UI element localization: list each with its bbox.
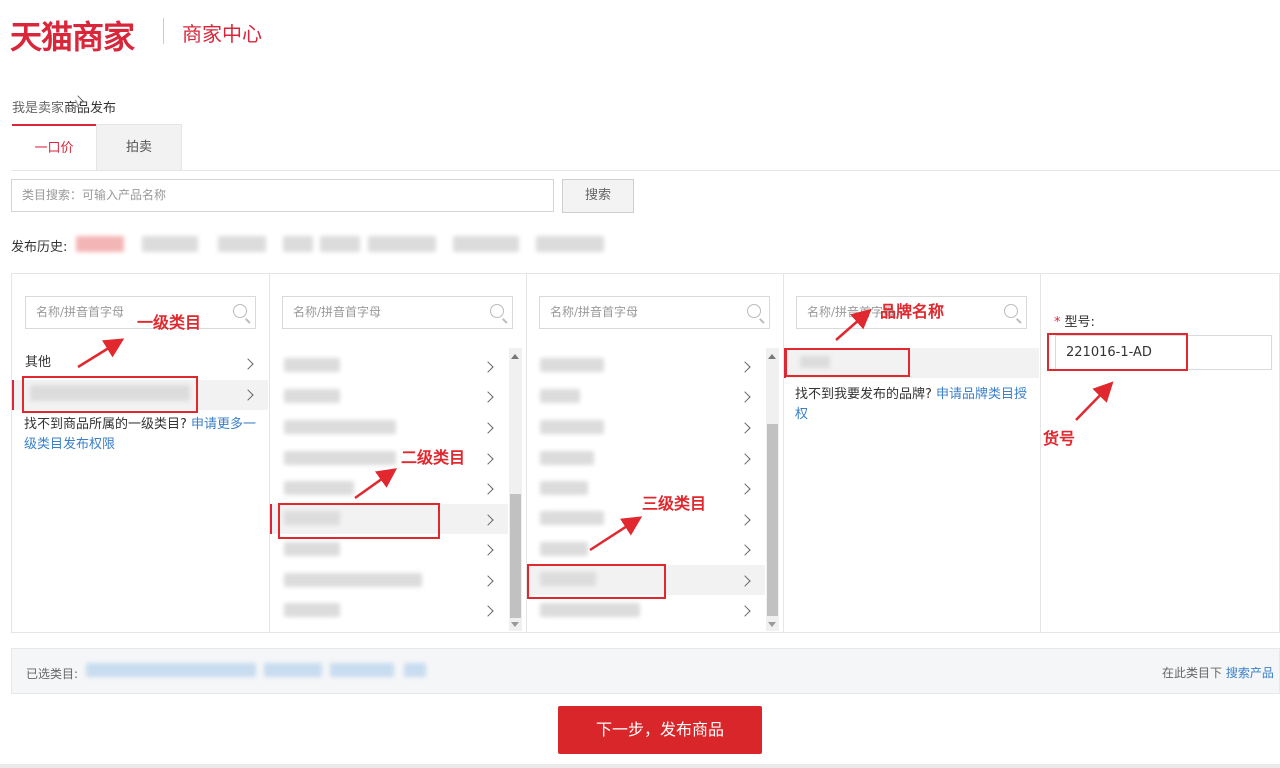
highlight-box-model <box>1047 333 1188 371</box>
history-item[interactable] <box>218 236 266 252</box>
category-item-label: 其他 <box>25 355 52 370</box>
selection-indicator <box>270 504 272 534</box>
search-icon <box>233 304 247 318</box>
scrollbar-thumb[interactable] <box>510 494 521 618</box>
history-item[interactable] <box>536 236 604 252</box>
annotation-level2: 二级类目 <box>401 448 466 467</box>
search-in-category: 在此类目下 搜索产品 <box>1162 666 1274 680</box>
tab-bar: 一口价 拍卖 <box>12 124 1280 171</box>
annotation-level1: 一级类目 <box>137 313 202 332</box>
category-item-blurred[interactable] <box>284 389 340 403</box>
category-item-blurred[interactable] <box>540 358 604 372</box>
annotation-brand: 品牌名称 <box>880 302 945 321</box>
scroll-down-icon[interactable] <box>511 622 519 627</box>
breadcrumb: 我是卖家 > 商品发布 <box>12 95 116 116</box>
category-item-blurred[interactable] <box>284 481 354 495</box>
category-item-blurred[interactable] <box>540 451 594 465</box>
column-3-filter-input[interactable]: 名称/拼音首字母 <box>539 296 770 329</box>
scroll-up-icon[interactable] <box>511 354 519 359</box>
highlight-box-brand <box>785 348 910 377</box>
scroll-up-icon[interactable] <box>768 354 776 359</box>
category-search-input[interactable]: 类目搜索：可输入产品名称 <box>11 179 554 212</box>
annotation-level3: 三级类目 <box>642 494 707 513</box>
column-2-scrollbar[interactable] <box>509 348 522 631</box>
scrollbar-thumb[interactable] <box>767 424 778 616</box>
category-item-blurred[interactable] <box>540 420 604 434</box>
category-item-other[interactable]: 其他 <box>25 348 265 378</box>
selected-category-label: 已选类目: <box>26 667 79 681</box>
chevron-right-icon: > <box>66 95 86 115</box>
category-item-blurred[interactable] <box>540 481 588 495</box>
history-item[interactable] <box>142 236 198 252</box>
history-item[interactable] <box>283 236 313 252</box>
category-item-blurred[interactable] <box>284 420 396 434</box>
scroll-down-icon[interactable] <box>768 622 776 627</box>
selected-path-blurred <box>264 663 322 677</box>
header-divider <box>163 18 164 44</box>
search-icon <box>747 304 761 318</box>
tmall-logo[interactable]: 天猫商家 <box>10 12 135 58</box>
category-item-blurred[interactable] <box>284 358 340 372</box>
search-icon <box>490 304 504 318</box>
category-item-blurred[interactable] <box>540 603 640 617</box>
selected-path-blurred <box>404 663 426 677</box>
breadcrumb-root[interactable]: 我是卖家 <box>12 101 64 116</box>
merchant-center-title[interactable]: 商家中心 <box>182 18 262 47</box>
category-item-blurred[interactable] <box>284 451 396 465</box>
next-publish-button[interactable]: 下一步，发布商品 <box>558 706 762 754</box>
model-field-label: * 型号: <box>1054 311 1095 330</box>
history-item[interactable] <box>320 236 360 252</box>
selection-indicator <box>12 380 14 410</box>
column-3-scrollbar[interactable] <box>766 348 779 631</box>
category-item-blurred[interactable] <box>284 542 340 556</box>
column-1-note: 找不到商品所属的一级类目? 申请更多一级类目发布权限 <box>24 417 257 452</box>
selected-path-blurred <box>330 663 394 677</box>
category-item-blurred[interactable] <box>284 573 422 587</box>
search-icon <box>1004 304 1018 318</box>
brand-note: 找不到我要发布的品牌? 申请品牌类目授权 <box>795 387 1028 422</box>
tab-auction[interactable]: 拍卖 <box>96 124 182 170</box>
history-item[interactable] <box>76 236 124 252</box>
category-item-blurred[interactable] <box>540 511 604 525</box>
tab-fixed-price[interactable]: 一口价 <box>12 124 96 170</box>
annotation-item-no: 货号 <box>1043 429 1076 448</box>
history-item[interactable] <box>368 236 436 252</box>
history-label: 发布历史: <box>11 240 68 255</box>
category-item-blurred[interactable] <box>284 603 340 617</box>
category-item-blurred[interactable] <box>540 542 588 556</box>
selected-path-blurred <box>86 663 256 677</box>
highlight-box-level2 <box>278 503 440 539</box>
required-mark: * <box>1054 315 1061 330</box>
highlight-box-level3 <box>527 564 666 599</box>
history-item[interactable] <box>453 236 519 252</box>
category-search-button[interactable]: 搜索 <box>562 179 634 213</box>
search-product-link[interactable]: 搜索产品 <box>1226 666 1274 680</box>
column-2-filter-input[interactable]: 名称/拼音首字母 <box>282 296 513 329</box>
category-item-blurred[interactable] <box>540 389 580 403</box>
model-label-text: 型号: <box>1064 315 1095 330</box>
highlight-box-level1 <box>22 376 198 413</box>
bottom-divider <box>0 764 1280 768</box>
